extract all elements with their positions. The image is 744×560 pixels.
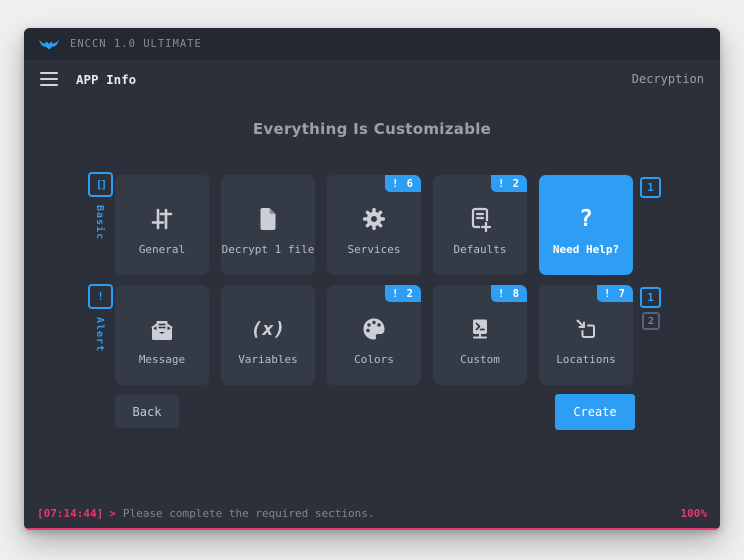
status-message: Please complete the required sections. xyxy=(123,507,375,520)
alert-count-badge: ! 8 xyxy=(491,285,527,302)
card-custom[interactable]: ! 8 Custom xyxy=(433,285,527,385)
card-general[interactable]: General xyxy=(115,175,209,275)
card-label: Services xyxy=(348,243,401,256)
mode-label: Decryption xyxy=(632,72,704,86)
page-indicator-row2-1[interactable]: 1 xyxy=(640,287,661,308)
palette-icon xyxy=(360,311,388,347)
envelope-icon xyxy=(148,311,176,347)
back-button[interactable]: Back xyxy=(115,395,179,428)
basic-section-marker: [] xyxy=(88,172,113,197)
hamburger-menu-icon[interactable] xyxy=(40,72,60,86)
card-need-help[interactable]: ? Need Help? xyxy=(539,175,633,275)
page-indicator-row2-2[interactable]: 2 xyxy=(642,312,660,330)
progress-percentage: 100% xyxy=(681,507,708,520)
card-message[interactable]: Message xyxy=(115,285,209,385)
card-defaults[interactable]: ! 2 Defaults xyxy=(433,175,527,275)
card-label: Locations xyxy=(556,353,616,366)
header: APP Info Decryption xyxy=(24,60,720,98)
terminal-icon xyxy=(466,311,494,347)
desktop-background: ENCCN 1.0 ULTIMATE APP Info Decryption E… xyxy=(0,0,744,560)
status-timestamp: [07:14:44] xyxy=(37,507,103,520)
main-heading: Everything Is Customizable xyxy=(24,120,720,138)
alert-count-badge: ! 2 xyxy=(385,285,421,302)
alert-section-label: Alert xyxy=(94,317,105,352)
alert-section-marker: ! xyxy=(88,284,113,309)
file-plus-icon xyxy=(466,201,494,237)
contract-arrows-icon xyxy=(572,311,600,347)
card-variables[interactable]: (x) Variables xyxy=(221,285,315,385)
card-label: Variables xyxy=(238,353,298,366)
status-bar: [07:14:44] > Please complete the require… xyxy=(24,501,720,530)
card-label: Decrypt 1 file xyxy=(222,243,315,256)
card-decrypt-file[interactable]: Decrypt 1 file xyxy=(221,175,315,275)
create-button[interactable]: Create xyxy=(555,394,635,430)
basic-section-label: Basic xyxy=(94,205,105,240)
card-label: Message xyxy=(139,353,185,366)
card-colors[interactable]: ! 2 Colors xyxy=(327,285,421,385)
card-label: Need Help? xyxy=(553,243,619,256)
app-title: ENCCN 1.0 ULTIMATE xyxy=(70,38,202,50)
card-label: General xyxy=(139,243,185,256)
page-indicator-row1-1[interactable]: 1 xyxy=(640,177,661,198)
variables-icon: (x) xyxy=(251,311,285,347)
sliders-icon xyxy=(148,201,176,237)
card-services[interactable]: ! 6 Services xyxy=(327,175,421,275)
status-prompt: > xyxy=(109,507,116,520)
titlebar: ENCCN 1.0 ULTIMATE xyxy=(24,28,720,60)
card-label: Custom xyxy=(460,353,500,366)
card-label: Defaults xyxy=(454,243,507,256)
app-window: ENCCN 1.0 ULTIMATE APP Info Decryption E… xyxy=(24,28,720,530)
card-locations[interactable]: ! 7 Locations xyxy=(539,285,633,385)
alert-count-badge: ! 7 xyxy=(597,285,633,302)
bat-logo-icon xyxy=(38,37,60,51)
alert-count-badge: ! 2 xyxy=(491,175,527,192)
gear-icon xyxy=(360,201,388,237)
page-title: APP Info xyxy=(76,72,136,87)
file-icon xyxy=(254,201,282,237)
alert-count-badge: ! 6 xyxy=(385,175,421,192)
question-icon: ? xyxy=(579,201,593,237)
card-label: Colors xyxy=(354,353,394,366)
